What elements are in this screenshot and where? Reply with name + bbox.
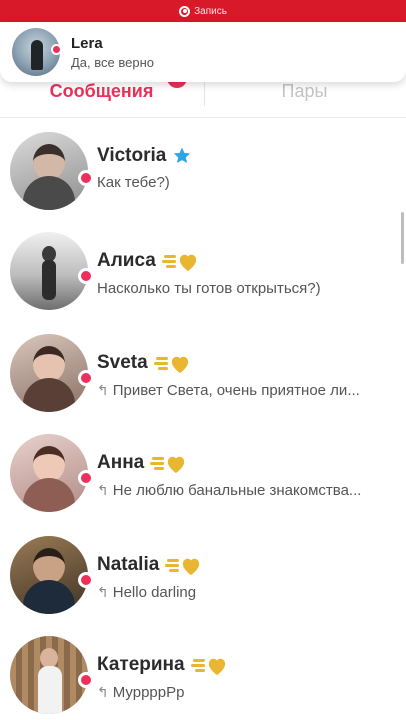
notification-message: Да, все верно — [71, 54, 154, 70]
notification-avatar — [12, 28, 62, 76]
avatar — [10, 232, 88, 310]
scrollbar[interactable] — [401, 212, 404, 264]
conversation-row[interactable]: Алиса Насколько ты готов открыться?) — [0, 232, 406, 332]
recording-label: Запись — [194, 5, 227, 17]
conversation-row[interactable]: Natalia ↰ Hello darling — [0, 536, 406, 636]
online-dot — [78, 268, 94, 284]
contact-name: Анна — [97, 452, 145, 473]
online-dot — [78, 170, 94, 186]
online-dot — [78, 572, 94, 588]
avatar — [10, 434, 88, 512]
gold-heart-icon — [190, 655, 231, 676]
conversation-row[interactable]: Анна ↰ Не люблю банальные знакомства... — [0, 434, 406, 534]
message-preview: МуррррРр — [112, 684, 185, 701]
contact-name: Natalia — [97, 554, 160, 575]
avatar — [10, 536, 88, 614]
tab-divider — [204, 80, 205, 106]
conversation-row[interactable]: Sveta ↰ Привет Света, очень приятное ли.… — [0, 334, 406, 434]
message-notification[interactable]: Lera Да, все верно — [0, 22, 406, 82]
gold-heart-icon — [153, 353, 194, 374]
online-dot — [78, 672, 94, 688]
notification-sender: Lera — [71, 34, 103, 52]
reply-icon: ↰ — [97, 382, 109, 398]
online-dot — [78, 370, 94, 386]
contact-name: Катерина — [97, 654, 185, 675]
record-icon — [179, 5, 191, 17]
gold-heart-icon — [165, 555, 205, 576]
message-preview: Не люблю банальные знакомства... — [112, 482, 362, 499]
verified-star-icon — [174, 147, 191, 163]
online-dot — [51, 44, 62, 55]
message-preview: Как тебе?) — [97, 174, 170, 191]
online-dot — [78, 470, 94, 486]
conversation-row[interactable]: Катерина ↰ МуррррРр — [0, 636, 406, 720]
tab-pairs-label: Пары — [281, 81, 328, 101]
tab-messages-label: Сообщения — [49, 81, 154, 101]
contact-name: Алиса — [97, 250, 156, 271]
message-preview: Привет Света, очень приятное ли... — [112, 382, 360, 399]
message-preview: Насколько ты готов открыться?) — [97, 280, 321, 297]
message-preview: Hello darling — [112, 584, 197, 601]
screen-recording-indicator: Запись — [179, 5, 227, 17]
gold-heart-icon — [161, 251, 202, 272]
contact-name: Sveta — [97, 352, 148, 373]
contact-name: Victoria — [97, 145, 167, 166]
avatar — [10, 334, 88, 412]
conversation-row[interactable]: Victoria Как тебе?) — [0, 128, 406, 228]
reply-icon: ↰ — [97, 584, 109, 600]
avatar — [10, 132, 88, 210]
avatar — [10, 636, 88, 714]
status-bar: Запись — [0, 0, 406, 22]
gold-heart-icon — [150, 453, 190, 474]
reply-icon: ↰ — [97, 684, 109, 700]
reply-icon: ↰ — [97, 482, 109, 498]
